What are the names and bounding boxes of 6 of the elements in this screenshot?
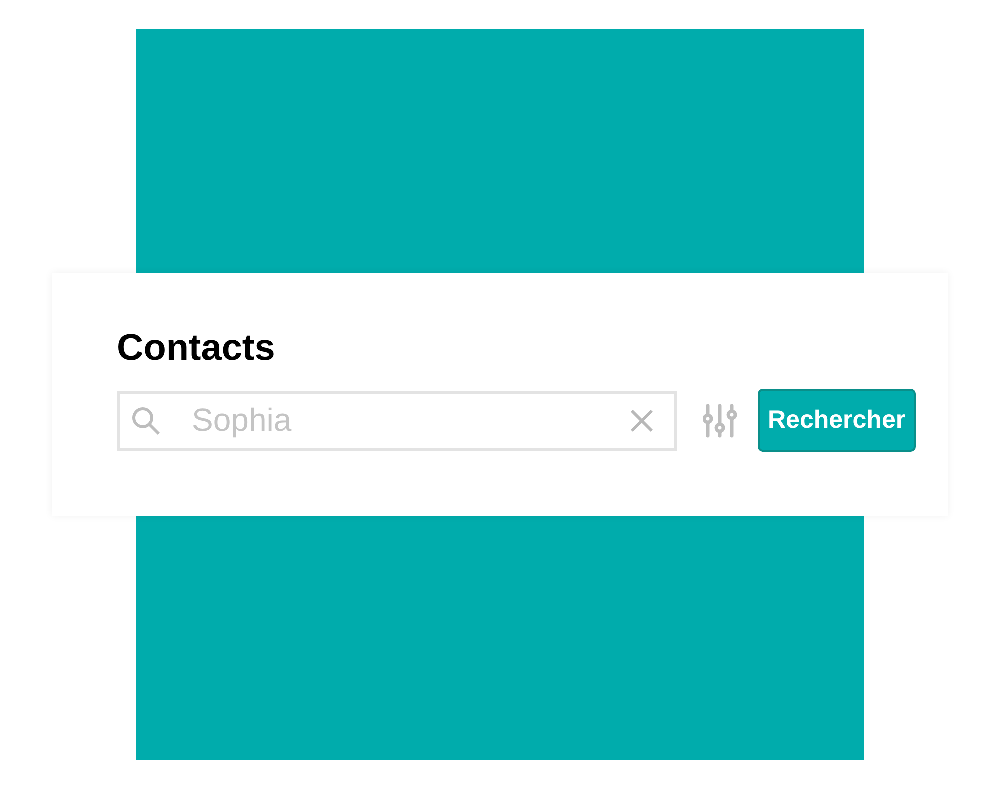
search-icon [131, 406, 161, 436]
search-field[interactable]: Sophia [117, 390, 677, 450]
settings-icon[interactable] [703, 404, 737, 438]
page-title: Contacts [117, 327, 276, 369]
search-button[interactable]: Rechercher [758, 389, 916, 452]
close-icon[interactable] [630, 408, 654, 432]
